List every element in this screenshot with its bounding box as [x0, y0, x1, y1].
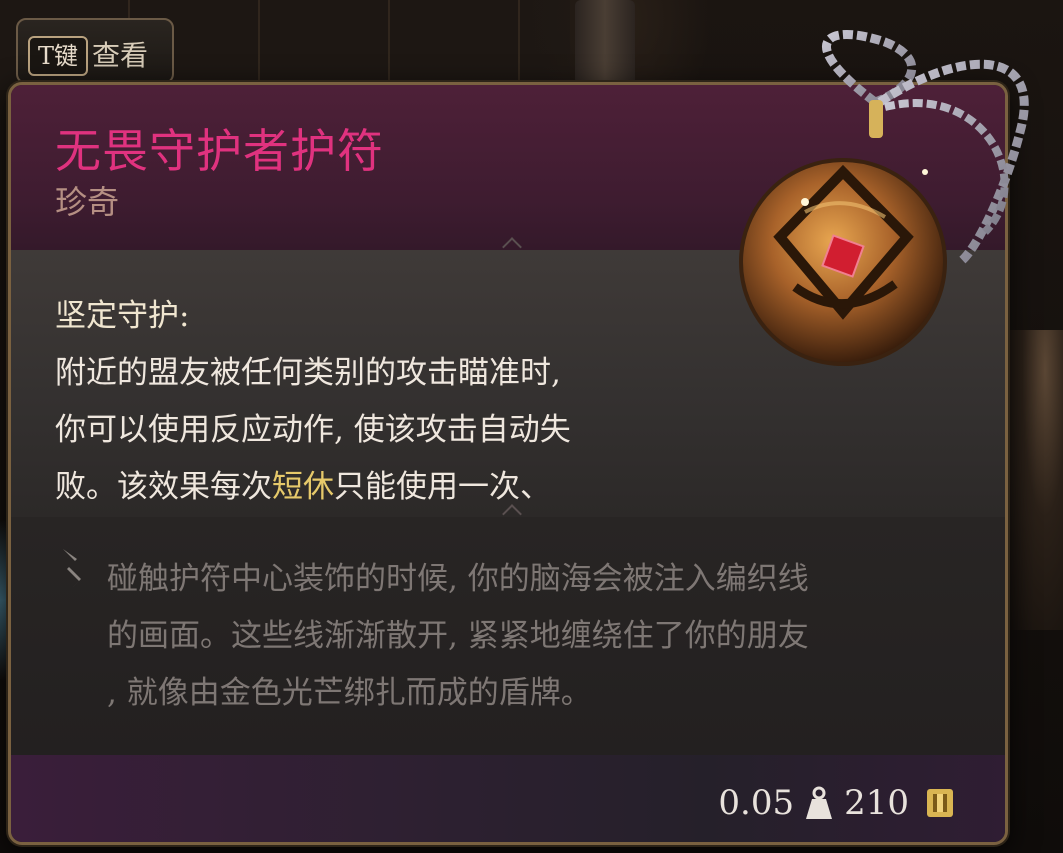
passive-line: 你可以使用反应动作, 使该攻击自动失 — [55, 412, 571, 448]
passive-line: 败。该效果每次短休只能使用一次、 — [55, 459, 705, 516]
passive-line: 附近的盟友被任何类别的攻击瞄准时, — [55, 355, 561, 391]
quote-mark-icon — [63, 549, 81, 587]
weight-icon — [806, 786, 833, 819]
passive-text: 只能使用一次、 — [334, 469, 551, 505]
passive-description: 附近的盟友被任何类别的攻击瞄准时, 你可以使用反应动作, 使该攻击自动失 败。该… — [55, 345, 705, 516]
item-rarity: 珍奇 — [55, 183, 120, 221]
item-stats: 0.05 210 — [718, 783, 955, 823]
flavor-line: , 就像由金色光芒绑扎而成的盾牌。 — [107, 675, 592, 711]
short-rest-keyword[interactable]: 短休 — [272, 469, 334, 505]
background-pillar — [575, 0, 635, 85]
item-weight: 0.05 — [718, 783, 795, 823]
flavor-line: 碰触护符中心装饰的时候, 你的脑海会被注入编织线 — [107, 561, 809, 597]
flavor-line: 的画面。这些线渐渐散开, 紧紧地缠绕住了你的朋友 — [107, 618, 809, 654]
passive-name: 坚定守护: — [55, 298, 190, 334]
gold-coin-icon — [927, 789, 953, 817]
item-name: 无畏守护者护符 — [55, 124, 384, 178]
flavor-text: 碰触护符中心装饰的时候, 你的脑海会被注入编织线 的画面。这些线渐渐散开, 紧紧… — [107, 551, 967, 722]
examine-key-hint[interactable]: T键 查看 — [16, 18, 174, 84]
key-badge: T键 — [28, 36, 88, 76]
tooltip-footer: 0.05 210 — [11, 755, 1005, 842]
flavor-section: 碰触护符中心装饰的时候, 你的脑海会被注入编织线 的画面。这些线渐渐散开, 紧紧… — [11, 517, 1005, 755]
key-hint-label: 查看 — [92, 39, 149, 72]
background-scene-right — [1005, 330, 1063, 630]
amulet-artwork — [739, 30, 1029, 366]
passive-text: 败。该效果每次 — [55, 469, 272, 505]
item-value: 210 — [844, 783, 909, 823]
